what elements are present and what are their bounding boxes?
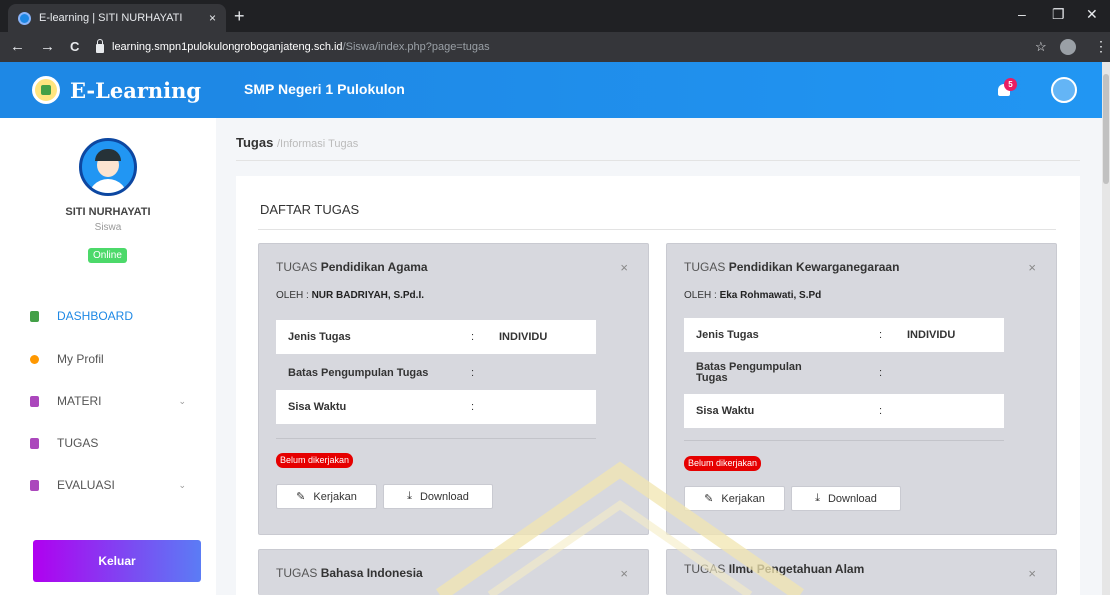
info-row: Jenis Tugas : INDIVIDU xyxy=(276,320,596,354)
tab-title: E-learning | SITI NURHAYATI xyxy=(39,12,183,24)
info-row: Batas Pengumpulan Tugas : xyxy=(696,361,883,384)
panel-title: DAFTAR TUGAS xyxy=(260,202,360,217)
close-icon[interactable]: × xyxy=(620,260,628,275)
sidebar-item-materi[interactable]: MATERI ⌄ xyxy=(0,381,216,421)
student-avatar xyxy=(79,138,137,196)
sidebar-item-evaluasi[interactable]: EVALUASI ⌄ xyxy=(0,465,216,505)
status-badge: Belum dikerjakan xyxy=(276,453,354,468)
user-avatar-icon[interactable] xyxy=(1051,77,1077,103)
reload-button[interactable]: C xyxy=(70,39,79,55)
browser-menu-icon[interactable]: ⋮ xyxy=(1094,38,1108,55)
document-icon xyxy=(30,479,39,491)
profile-extension-icon[interactable] xyxy=(1060,39,1076,55)
divider xyxy=(258,229,1056,230)
logout-button[interactable]: Keluar xyxy=(33,540,201,582)
assignment-panel: DAFTAR TUGAS TUGAS Pendidikan Agama × OL… xyxy=(236,176,1080,595)
divider xyxy=(684,440,1004,441)
url-input[interactable]: learning.smpn1pulokulongroboganjateng.sc… xyxy=(96,37,1026,57)
close-icon[interactable]: × xyxy=(1028,566,1036,581)
user-role: Siswa xyxy=(94,222,122,233)
favicon-icon xyxy=(18,11,31,25)
tab-close-button[interactable]: × xyxy=(209,11,216,25)
notification-bell-icon[interactable]: 5 xyxy=(996,78,1017,98)
card-author: OLEH : Eka Rohmawati, S.Pd xyxy=(684,290,822,301)
document-icon xyxy=(30,437,39,449)
close-icon[interactable]: × xyxy=(1028,260,1036,275)
card-author: OLEH : NUR BADRIYAH, S.Pd.I. xyxy=(276,290,424,301)
document-icon xyxy=(30,395,39,407)
breadcrumb-current: Tugas xyxy=(236,135,274,150)
brand-name: E-Learning xyxy=(70,77,202,103)
sidebar-item-tugas[interactable]: TUGAS xyxy=(0,423,216,463)
brand-header[interactable]: E-Learning xyxy=(0,62,216,118)
card-title: TUGAS Ilmu Pengetahuan Alam xyxy=(684,562,865,576)
maximize-button[interactable]: ❐ xyxy=(1052,6,1065,23)
assignment-card: TUGAS Bahasa Indonesia × xyxy=(258,549,649,595)
info-row: Sisa Waktu : xyxy=(276,390,596,424)
notification-badge: 5 xyxy=(1004,78,1017,91)
school-logo-icon xyxy=(32,76,60,104)
info-row: Sisa Waktu : xyxy=(684,394,1004,428)
online-badge: Online xyxy=(88,248,127,263)
url-path: /Siswa/index.php?page=tugas xyxy=(342,41,490,53)
download-icon: ⤓ xyxy=(407,490,412,502)
assignment-card: TUGAS Pendidikan Agama × OLEH : NUR BADR… xyxy=(258,243,649,535)
assignment-card: TUGAS Pendidikan Kewarganegaraan × OLEH … xyxy=(666,243,1057,535)
browser-tab[interactable]: E-learning | SITI NURHAYATI × xyxy=(8,4,226,32)
top-navbar: SMP Negeri 1 Pulokulon 5 xyxy=(216,62,1102,118)
back-button[interactable]: ← xyxy=(10,39,25,55)
pencil-icon: ✎ xyxy=(296,491,306,503)
kerjakan-button[interactable]: ✎ Kerjakan xyxy=(684,486,785,511)
card-title: TUGAS Pendidikan Agama xyxy=(276,260,428,274)
pencil-icon: ✎ xyxy=(704,493,714,505)
breadcrumb: Tugas /Informasi Tugas xyxy=(236,135,358,150)
status-badge: Belum dikerjakan xyxy=(684,456,762,471)
profile-icon xyxy=(30,354,39,364)
info-row: Batas Pengumpulan Tugas : xyxy=(288,367,475,379)
close-icon[interactable]: × xyxy=(620,566,628,581)
forward-button[interactable]: → xyxy=(40,39,55,55)
sidebar: SITI NURHAYATI Siswa Online DASHBOARD My… xyxy=(0,118,216,595)
new-tab-button[interactable]: + xyxy=(234,6,245,26)
download-button[interactable]: ⤓ Download xyxy=(383,484,493,509)
user-name: SITI NURHAYATI xyxy=(65,206,151,218)
page-scrollbar[interactable] xyxy=(1102,62,1110,595)
card-title: TUGAS Bahasa Indonesia xyxy=(276,566,423,580)
download-icon: ⤓ xyxy=(815,492,820,504)
sidebar-item-dashboard[interactable]: DASHBOARD xyxy=(0,296,216,336)
info-row: Jenis Tugas : INDIVIDU xyxy=(684,318,1004,352)
sidebar-item-my-profil[interactable]: My Profil xyxy=(0,339,216,379)
assignment-card: TUGAS Ilmu Pengetahuan Alam × xyxy=(666,549,1057,595)
address-bar-row: ← → C learning.smpn1pulokulongroboganjat… xyxy=(0,32,1110,62)
breadcrumb-rest: /Informasi Tugas xyxy=(276,138,359,150)
divider xyxy=(236,160,1080,161)
kerjakan-button[interactable]: ✎ Kerjakan xyxy=(276,484,377,509)
divider xyxy=(276,438,596,439)
url-host: learning.smpn1pulokulongroboganjateng.sc… xyxy=(112,41,343,53)
dashboard-icon xyxy=(30,310,39,322)
download-button[interactable]: ⤓ Download xyxy=(791,486,901,511)
chevron-down-icon: ⌄ xyxy=(178,395,186,406)
minimize-button[interactable]: – xyxy=(1018,6,1026,22)
school-name: SMP Negeri 1 Pulokulon xyxy=(244,81,405,97)
card-title: TUGAS Pendidikan Kewarganegaraan xyxy=(684,260,900,274)
bookmark-star-icon[interactable]: ☆ xyxy=(1035,39,1047,55)
browser-tab-bar: E-learning | SITI NURHAYATI × + – ❐ ✕ xyxy=(0,0,1110,32)
close-window-button[interactable]: ✕ xyxy=(1086,6,1098,23)
chevron-down-icon: ⌄ xyxy=(178,479,186,490)
lock-icon xyxy=(96,38,104,53)
